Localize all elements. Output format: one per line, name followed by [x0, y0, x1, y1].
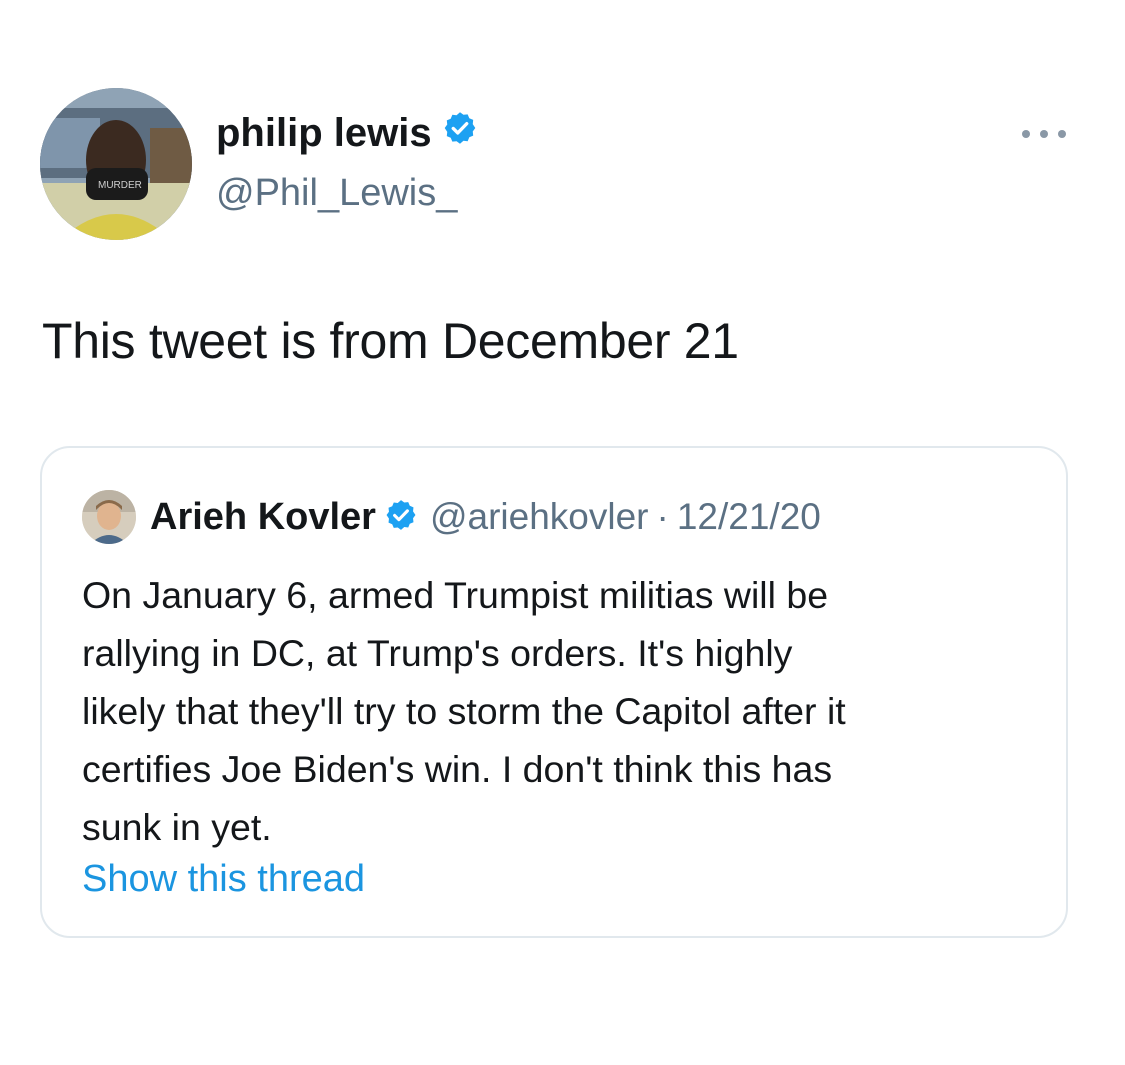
author-avatar[interactable]: MURDER	[40, 88, 192, 240]
author-name-text: philip lewis	[216, 110, 432, 155]
more-options-button[interactable]	[1022, 126, 1066, 142]
quoted-tweet-body: On January 6, armed Trumpist militias wi…	[82, 566, 1042, 856]
quoted-tweet-line: rallying in DC, at Trump's orders. It's …	[82, 632, 793, 674]
show-thread-link[interactable]: Show this thread	[82, 858, 365, 901]
quoted-author-avatar[interactable]	[82, 490, 136, 544]
author-handle[interactable]: @Phil_Lewis_	[216, 172, 457, 215]
quoted-author-handle[interactable]: @ariehkovler	[430, 496, 649, 538]
quoted-tweet-card[interactable]: Arieh Kovler @ariehkovler · 12/21/20 On …	[40, 446, 1068, 938]
quoted-tweet-header: Arieh Kovler @ariehkovler · 12/21/20	[82, 490, 821, 544]
quoted-author-name[interactable]: Arieh Kovler	[150, 496, 376, 539]
separator-dot: ·	[656, 496, 669, 537]
quoted-tweet-line: On January 6, armed Trumpist militias wi…	[82, 574, 829, 616]
quoted-tweet-line: sunk in yet.	[82, 806, 272, 848]
ellipsis-icon	[1022, 130, 1030, 138]
svg-text:MURDER: MURDER	[98, 180, 142, 191]
quoted-tweet-date[interactable]: 12/21/20	[677, 496, 821, 538]
ellipsis-icon-dot	[1058, 130, 1066, 138]
verified-badge-icon	[384, 498, 418, 537]
tweet-text: This tweet is from December 21	[42, 313, 739, 369]
ellipsis-icon-dot	[1040, 130, 1048, 138]
author-display-name[interactable]: philip lewis	[216, 110, 478, 156]
quoted-tweet-line: likely that they'll try to storm the Cap…	[82, 690, 846, 732]
quoted-tweet-line: certifies Joe Biden's win. I don't think…	[82, 748, 833, 790]
verified-badge-icon	[442, 110, 478, 156]
